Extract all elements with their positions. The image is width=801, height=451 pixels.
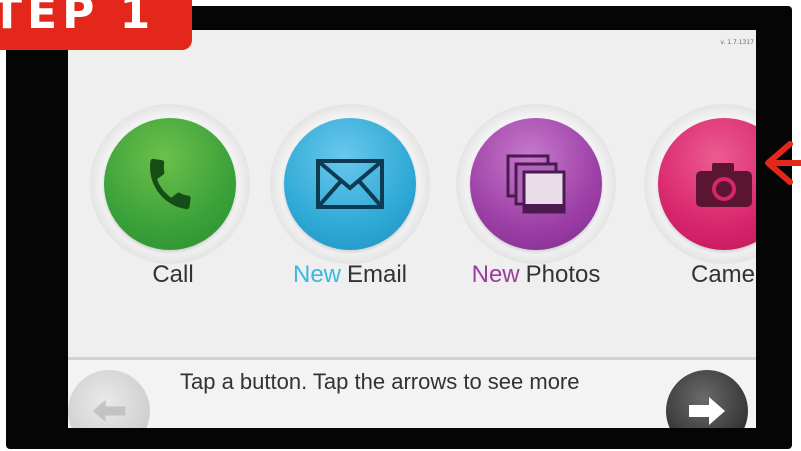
email-label: New Email — [260, 261, 440, 289]
email-button[interactable] — [284, 118, 416, 250]
call-label: Call — [80, 261, 260, 289]
phone-icon — [150, 158, 191, 210]
camera-label-text: Camer — [690, 261, 756, 288]
camera-icon — [696, 163, 752, 207]
left-arrow-icon — [91, 397, 127, 425]
email-app[interactable]: New Email — [260, 30, 440, 330]
photos-label: New Photos — [446, 261, 626, 289]
call-button[interactable] — [104, 118, 236, 250]
email-label-prefix: New — [292, 261, 341, 288]
photos-icon — [506, 154, 566, 214]
call-app[interactable]: Call — [80, 30, 260, 330]
photos-button[interactable] — [470, 118, 602, 250]
step-label: TEP 1 — [0, 0, 156, 39]
camera-app[interactable]: Camer — [634, 30, 756, 330]
navigation-hint: Tap a button. Tap the arrows to see more — [180, 369, 580, 394]
navigation-divider — [68, 357, 756, 360]
email-label-text: Email — [347, 261, 408, 288]
photos-label-text: Photos — [525, 261, 601, 288]
red-arrow-icon — [765, 141, 801, 185]
call-label-text: Call — [152, 261, 194, 288]
photos-label-prefix: New — [471, 261, 520, 288]
right-arrow-icon — [689, 397, 725, 425]
photos-app[interactable]: New Photos — [446, 30, 626, 330]
launcher-screen: v. 1.7.1317 Call New Email New Photos Ca… — [68, 30, 756, 428]
envelope-icon — [316, 159, 384, 209]
camera-label: Camer — [634, 261, 756, 289]
